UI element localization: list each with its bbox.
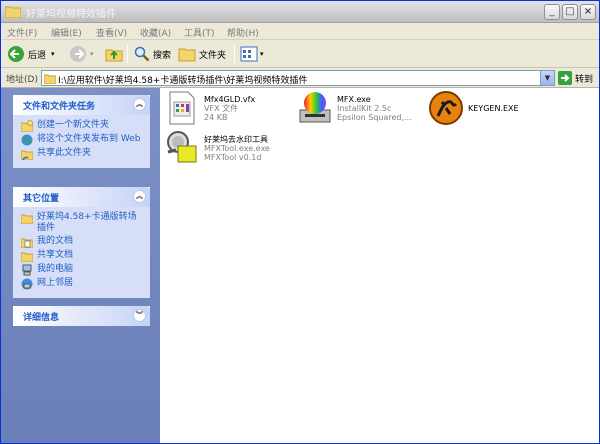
chevron-down-icon[interactable]: ▾ xyxy=(51,50,55,58)
place-shared-documents-label: 共享文档 xyxy=(37,250,74,260)
my-documents-icon xyxy=(21,238,33,248)
task-new-folder[interactable]: 创建一个新文件夹 xyxy=(21,120,144,132)
tasks-panel-title: 文件和文件夹任务 xyxy=(23,101,96,112)
file-item[interactable]: MFX.exe InstallKit 2.5c Epsilon Squared,… xyxy=(297,90,412,126)
place-my-documents[interactable]: 我的文档 xyxy=(21,236,144,248)
close-button[interactable]: × xyxy=(580,4,596,20)
menu-tools[interactable]: 工具(T) xyxy=(184,26,215,39)
place-parent-folder[interactable]: 好莱坞4.58+卡通版转场插件 xyxy=(21,212,144,234)
file-name: KEYGEN.EXE xyxy=(468,103,519,113)
back-arrow-icon xyxy=(8,46,24,62)
address-input[interactable]: I:\应用软件\好莱坞4.58+卡通版转场插件\好莱坞视频特效插件 ▼ xyxy=(41,70,555,86)
place-parent-folder-label: 好莱坞4.58+卡通版转场插件 xyxy=(37,212,137,233)
file-size: 24 KB xyxy=(204,112,228,122)
file-type: VFX 文件 xyxy=(204,103,239,113)
go-label: 转到 xyxy=(575,74,594,85)
search-button[interactable]: 搜索 xyxy=(134,44,171,64)
folder-icon xyxy=(44,74,56,84)
task-publish-web[interactable]: 将这个文件夹发布到 Web xyxy=(21,134,144,146)
chevron-down-icon[interactable]: ▼ xyxy=(540,71,554,85)
go-button[interactable]: 转到 xyxy=(558,70,593,86)
maximize-button[interactable]: □ xyxy=(562,4,578,20)
file-list: Mfx4GLD.vfx VFX 文件 24 KB MFX.exe Install… xyxy=(160,88,599,443)
file-company: Epsilon Squared,... xyxy=(337,112,412,122)
task-new-folder-label: 创建一个新文件夹 xyxy=(37,120,110,130)
menu-favorites[interactable]: 收藏(A) xyxy=(140,26,171,39)
keygen-icon xyxy=(429,91,463,125)
share-folder-icon xyxy=(21,150,33,160)
file-description: InstallKit 2.5c xyxy=(337,103,392,113)
chevron-down-icon[interactable]: ▾ xyxy=(90,50,94,58)
search-label: 搜索 xyxy=(153,50,172,61)
file-name: 好莱坞去水印工具 xyxy=(204,134,268,144)
details-panel: 详细信息 ︾ xyxy=(13,306,150,326)
up-folder-button[interactable] xyxy=(105,44,123,64)
watermark-tool-icon xyxy=(167,131,197,163)
details-panel-header[interactable]: 详细信息 ︾ xyxy=(13,306,150,326)
minimize-button[interactable]: _ xyxy=(544,4,560,20)
back-label: 后退 xyxy=(28,50,47,61)
vfx-file-icon xyxy=(169,91,195,125)
file-item[interactable]: Mfx4GLD.vfx VFX 文件 24 KB xyxy=(164,90,255,126)
place-shared-documents[interactable]: 共享文档 xyxy=(21,250,144,262)
new-folder-icon xyxy=(21,120,33,132)
go-arrow-icon xyxy=(558,71,572,85)
other-places-title: 其它位置 xyxy=(23,193,60,204)
search-icon xyxy=(134,46,150,62)
address-bar: 地址(D) I:\应用软件\好莱坞4.58+卡通版转场插件\好莱坞视频特效插件 … xyxy=(1,68,599,88)
place-my-documents-label: 我的文档 xyxy=(37,236,74,246)
menu-help[interactable]: 帮助(H) xyxy=(227,26,259,39)
folder-icon xyxy=(5,6,21,18)
file-name: Mfx4GLD.vfx xyxy=(204,94,256,104)
folders-icon xyxy=(178,48,196,62)
other-places-header[interactable]: 其它位置 ︽ xyxy=(13,187,150,207)
collapse-icon[interactable]: ︽ xyxy=(133,190,146,203)
tasks-panel: 文件和文件夹任务 ︽ 创建一个新文件夹 将这个文件夹发布到 Web 共享此文件夹 xyxy=(13,95,150,168)
menu-edit[interactable]: 编辑(E) xyxy=(51,26,82,39)
forward-button[interactable]: ▾ xyxy=(69,44,94,64)
tasks-panel-header[interactable]: 文件和文件夹任务 ︽ xyxy=(13,95,150,115)
toolbar: 后退 ▾ ▾ 搜索 文件夹 ▾ xyxy=(1,40,599,68)
file-item[interactable]: 好莱坞去水印工具 MFXTool.exe.exe MFXTool v0.1d xyxy=(164,130,270,166)
forward-arrow-icon xyxy=(70,46,86,62)
network-icon xyxy=(21,278,33,290)
place-my-computer[interactable]: 我的电脑 xyxy=(21,264,144,276)
menu-view[interactable]: 查看(V) xyxy=(96,26,127,39)
installer-icon xyxy=(299,92,331,123)
other-places-panel: 其它位置 ︽ 好莱坞4.58+卡通版转场插件 我的文档 共享文档 我的电脑 网上… xyxy=(13,187,150,298)
folder-icon xyxy=(21,214,33,224)
shared-folder-icon xyxy=(21,252,33,262)
menu-bar: 文件(F) 编辑(E) 查看(V) 收藏(A) 工具(T) 帮助(H) xyxy=(1,23,599,62)
file-description: MFXTool.exe.exe xyxy=(204,143,270,153)
place-network-label: 网上邻居 xyxy=(37,278,74,288)
window-title: 好莱坞视频特效插件 xyxy=(26,9,116,20)
chevron-down-icon[interactable]: ▾ xyxy=(260,50,264,58)
menu-file[interactable]: 文件(F) xyxy=(7,26,37,39)
file-name: MFX.exe xyxy=(337,94,371,104)
place-my-computer-label: 我的电脑 xyxy=(37,264,74,274)
address-label: 地址(D) xyxy=(6,75,38,85)
folder-up-icon xyxy=(105,49,123,62)
task-pane: 文件和文件夹任务 ︽ 创建一个新文件夹 将这个文件夹发布到 Web 共享此文件夹 xyxy=(1,88,160,443)
folders-button[interactable]: 文件夹 xyxy=(178,44,226,64)
place-network[interactable]: 网上邻居 xyxy=(21,278,144,290)
task-share-folder-label: 共享此文件夹 xyxy=(37,148,92,158)
details-panel-title: 详细信息 xyxy=(23,312,60,323)
task-share-folder[interactable]: 共享此文件夹 xyxy=(21,148,144,160)
task-publish-web-label: 将这个文件夹发布到 Web xyxy=(37,134,141,144)
collapse-icon[interactable]: ︽ xyxy=(133,98,146,111)
globe-icon xyxy=(21,134,33,146)
address-path: I:\应用软件\好莱坞4.58+卡通版转场插件\好莱坞视频特效插件 xyxy=(58,76,308,86)
expand-icon[interactable]: ︾ xyxy=(133,309,146,322)
file-item[interactable]: KEYGEN.EXE xyxy=(428,90,519,126)
computer-icon xyxy=(22,264,32,276)
views-icon xyxy=(240,46,258,62)
back-button[interactable]: 后退 ▾ xyxy=(7,44,55,64)
folders-label: 文件夹 xyxy=(199,50,227,61)
explorer-window: 好莱坞视频特效插件 _ □ × 文件(F) 编辑(E) 查看(V) 收藏(A) … xyxy=(0,0,600,444)
views-button[interactable]: ▾ xyxy=(240,44,264,64)
file-version: MFXTool v0.1d xyxy=(204,152,262,162)
title-bar[interactable]: 好莱坞视频特效插件 _ □ × xyxy=(1,1,599,23)
